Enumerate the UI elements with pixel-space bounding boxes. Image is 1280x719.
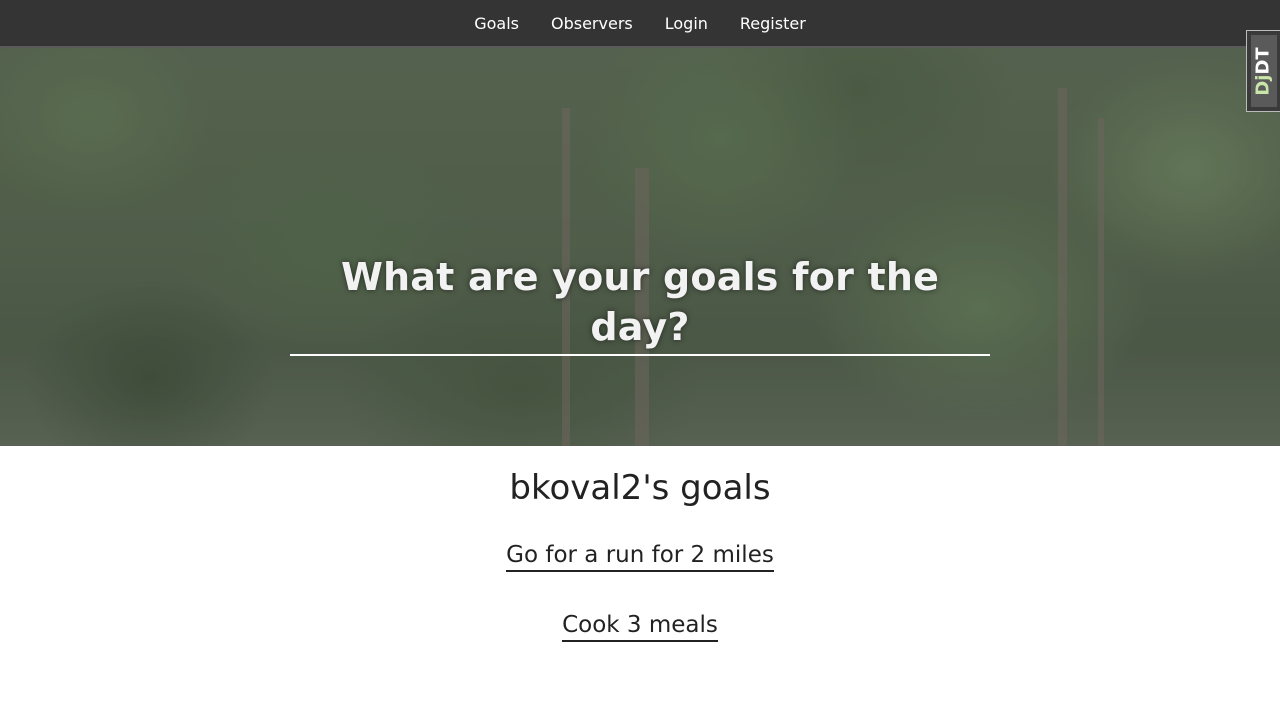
nav-link-observers[interactable]: Observers [551, 14, 633, 33]
django-debug-toolbar-handle[interactable]: DjDT [1246, 30, 1280, 112]
nav-link-goals[interactable]: Goals [474, 14, 519, 33]
goal-link[interactable]: Go for a run for 2 miles [506, 540, 774, 572]
top-navbar: Goals Observers Login Register [0, 0, 1280, 48]
page-title: bkoval2's goals [509, 468, 771, 508]
debug-toolbar-logo: DjDT [1253, 46, 1275, 96]
nav-link-register[interactable]: Register [740, 14, 806, 33]
hero-heading: What are your goals for the day? [290, 252, 990, 356]
goal-list: Go for a run for 2 miles Cook 3 meals [0, 540, 1280, 642]
nav-link-login[interactable]: Login [665, 14, 708, 33]
main-content: bkoval2's goals Go for a run for 2 miles… [0, 446, 1280, 680]
goal-link[interactable]: Cook 3 meals [562, 610, 718, 642]
hero-banner: What are your goals for the day? [0, 48, 1280, 446]
